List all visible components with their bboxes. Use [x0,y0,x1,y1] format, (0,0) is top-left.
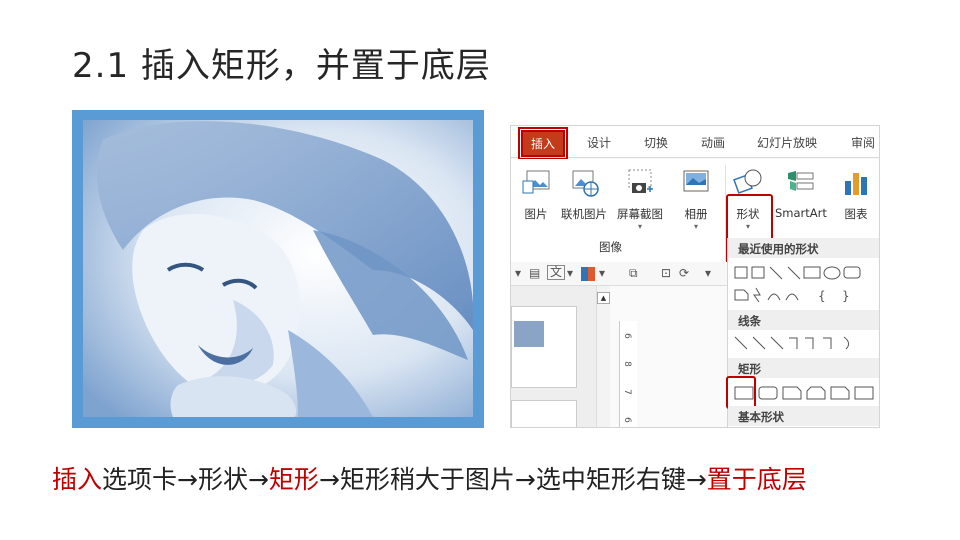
bar-chart-icon [845,173,867,195]
chevron-down-icon[interactable]: ▾ [705,266,711,280]
select-icon[interactable]: ⊡ [661,266,671,280]
thumbnail-image [514,321,544,347]
chevron-down-icon: ▾ [693,222,698,231]
camera-icon [628,169,653,193]
picture-button[interactable]: 图片 [521,167,551,222]
vertical-ruler: 6 8 7 6 [619,321,637,427]
recent-shapes-row[interactable]: { } [734,286,880,304]
shapes-dropdown: 最近使用的形状 { } 线条 矩形 基本形状 [726,238,880,427]
chart-button[interactable]: 图表 [841,167,871,222]
portrait-photo [83,120,473,417]
screenshot-label: 屏幕截图 [617,207,663,221]
picture-label: 图片 [524,207,548,221]
text-icon[interactable]: 文 [547,265,566,280]
tab-animations[interactable]: 动画 [701,134,725,151]
caption-rectangle: 矩形 [268,465,319,494]
shapes-icon [733,169,762,194]
online-picture-icon [572,170,599,197]
smartart-icon [787,171,814,191]
slide-thumbnails [511,286,596,427]
smartart-button[interactable]: SmartArt [775,167,827,220]
section-rectangles: 矩形 [728,358,879,378]
slide-title: 2.1 插入矩形，并置于底层 [72,46,491,86]
chevron-down-icon: ▾ [637,222,642,231]
powerpoint-screenshot: 插入 设计 切换 动画 幻灯片放映 审阅 图片 联机图片 屏幕截图 ▾ 相册 ▾… [510,125,880,428]
picture-format-icon[interactable]: ⟳ [679,266,689,280]
caption-insert: 插入 [52,465,103,494]
ruler-mark: 6 [621,417,632,423]
tab-transitions[interactable]: 切换 [644,134,668,151]
chevron-down-icon[interactable]: ▾ [567,266,573,280]
ribbon-tabs: 插入 设计 切换 动画 幻灯片放映 审阅 [511,126,879,160]
color-icon[interactable] [581,267,595,281]
chevron-down-icon[interactable]: ▾ [515,266,521,280]
caption-text-2: →矩形稍大于图片→选中矩形右键→ [318,465,707,494]
textbox-icon[interactable]: ▤ [529,266,540,280]
album-icon [683,170,709,192]
online-picture-label: 联机图片 [561,207,607,221]
tab-insert[interactable]: 插入 [517,127,569,160]
svg-text:{: { [818,289,826,303]
scroll-up-icon[interactable]: ▲ [597,292,610,304]
section-basic: 基本形状 [728,406,879,426]
picture-icon [522,170,550,194]
caption-text-1: 选项卡→形状→ [102,465,269,494]
caption-send-to-back: 置于底层 [706,465,807,494]
arrange-icon[interactable]: ⧉ [629,266,638,281]
section-lines: 线条 [728,310,879,330]
slide-thumbnail[interactable] [511,400,577,427]
group-label-images: 图像 [599,240,622,254]
screenshot-button[interactable]: 屏幕截图 ▾ [617,167,663,231]
svg-text:}: } [842,289,850,303]
tab-slideshow[interactable]: 幻灯片放映 [757,134,817,151]
album-button[interactable]: 相册 ▾ [681,167,711,231]
tab-review[interactable]: 审阅 [851,134,875,151]
format-toolbar: ▾ ▤ 文 ▾ ▾ ⧉ ⊡ ⟳ ▾ [511,262,727,286]
slide-thumbnail[interactable] [511,306,577,388]
scrollbar[interactable]: ▲ [596,286,610,427]
tab-design[interactable]: 设计 [587,134,611,151]
ruler-mark: 6 [621,333,632,339]
instruction-caption: 插入选项卡→形状→矩形→矩形稍大于图片→选中矩形右键→置于底层 [52,460,807,496]
online-picture-button[interactable]: 联机图片 [561,167,607,222]
smartart-label: SmartArt [775,206,827,220]
photo-frame [72,110,484,428]
album-label: 相册 [684,207,708,221]
ruler-mark: 8 [621,361,632,367]
rectangle-shape-highlight [726,376,756,409]
chart-label: 图表 [844,207,868,221]
ruler-mark: 7 [621,389,632,395]
section-recent: 最近使用的形状 [728,238,879,258]
lines-row[interactable] [734,334,880,352]
chevron-down-icon[interactable]: ▾ [599,266,605,280]
recent-shapes-row[interactable] [734,264,880,282]
